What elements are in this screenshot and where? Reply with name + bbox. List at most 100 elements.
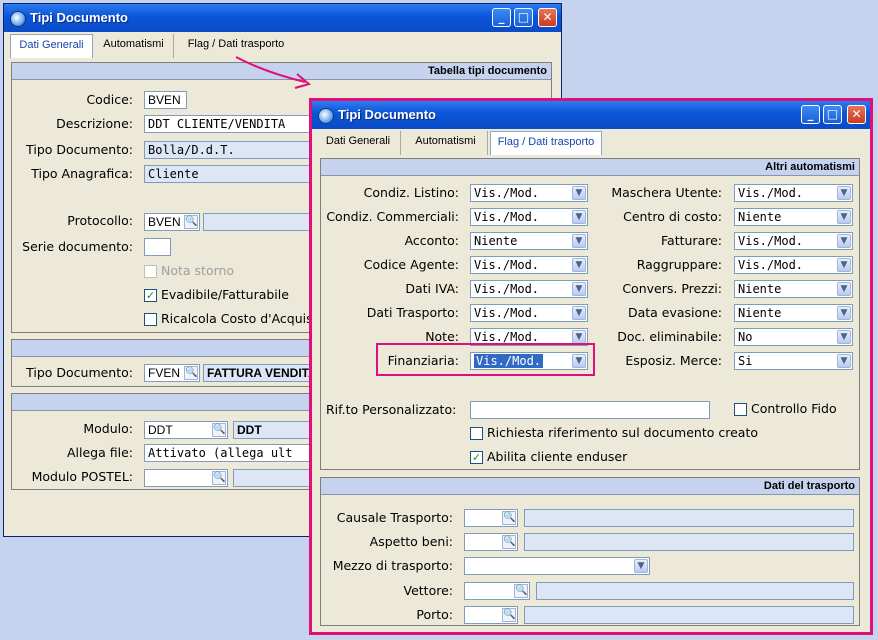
codice-agente-select[interactable]: Vis./Mod. ▼ bbox=[470, 256, 588, 274]
front-titlebar[interactable]: Tipi Documento _ □ ✕ bbox=[312, 101, 870, 129]
esposiz-merce-label: Esposiz. Merce: bbox=[625, 353, 722, 368]
porto-lookup[interactable]: 🔍 bbox=[464, 606, 518, 624]
esposiz-merce-select[interactable]: Si ▼ bbox=[734, 352, 853, 370]
tab-automatismi[interactable]: Automatismi bbox=[94, 34, 174, 58]
centro-costo-select[interactable]: Niente ▼ bbox=[734, 208, 853, 226]
porto-desc bbox=[524, 606, 854, 624]
tipo-documento2-lookup[interactable]: FVEN 🔍 bbox=[144, 364, 200, 382]
search-icon[interactable]: 🔍 bbox=[502, 608, 516, 622]
fatturare-select[interactable]: Vis./Mod. ▼ bbox=[734, 232, 853, 250]
search-icon[interactable]: 🔍 bbox=[184, 215, 198, 229]
evadibile-label: Evadibile/Fatturabile bbox=[161, 287, 289, 302]
modulo-label: Modulo: bbox=[83, 421, 133, 436]
note-label: Note: bbox=[425, 329, 459, 344]
chevron-down-icon[interactable]: ▼ bbox=[634, 559, 648, 573]
condiz-commerciali-label: Condiz. Commerciali: bbox=[326, 209, 459, 224]
tab-dati-generali[interactable]: Dati Generali bbox=[316, 131, 401, 155]
condiz-commerciali-select[interactable]: Vis./Mod. ▼ bbox=[470, 208, 588, 226]
mezzo-select[interactable]: ▼ bbox=[464, 557, 650, 575]
condiz-listino-label: Condiz. Listino: bbox=[363, 185, 459, 200]
dati-iva-select[interactable]: Vis./Mod. ▼ bbox=[470, 280, 588, 298]
raggruppare-select[interactable]: Vis./Mod. ▼ bbox=[734, 256, 853, 274]
search-icon[interactable]: 🔍 bbox=[184, 366, 198, 380]
vettore-label: Vettore: bbox=[403, 583, 454, 598]
chevron-down-icon[interactable]: ▼ bbox=[572, 306, 586, 320]
modulo-lookup[interactable]: DDT 🔍 bbox=[144, 421, 228, 439]
close-button[interactable]: ✕ bbox=[538, 8, 557, 27]
abilita-enduser-checkbox[interactable]: ✓ bbox=[470, 451, 483, 464]
chevron-down-icon[interactable]: ▼ bbox=[837, 354, 851, 368]
altri-automatismi-panel: Altri automatismi Condiz. Listino: Vis./… bbox=[320, 158, 860, 470]
back-window-title: Tipi Documento bbox=[30, 10, 128, 25]
finanziaria-select[interactable]: Vis./Mod. ▼ bbox=[470, 352, 588, 370]
chevron-down-icon[interactable]: ▼ bbox=[837, 306, 851, 320]
maschera-utente-select[interactable]: Vis./Mod. ▼ bbox=[734, 184, 853, 202]
modulo-value: DDT bbox=[148, 423, 173, 437]
chevron-down-icon[interactable]: ▼ bbox=[572, 186, 586, 200]
chevron-down-icon[interactable]: ▼ bbox=[572, 258, 586, 272]
search-icon[interactable]: 🔍 bbox=[212, 423, 226, 437]
convers-prezzi-select[interactable]: Niente ▼ bbox=[734, 280, 853, 298]
rif-personalizzato-input[interactable] bbox=[470, 401, 710, 419]
postel-label: Modulo POSTEL: bbox=[31, 469, 133, 484]
codice-field[interactable]: BVEN bbox=[144, 91, 187, 109]
tab-flag-trasporto[interactable]: Flag / Dati trasporto bbox=[490, 131, 602, 155]
causale-label: Causale Trasporto: bbox=[336, 510, 453, 525]
data-evasione-select[interactable]: Niente ▼ bbox=[734, 304, 853, 322]
condiz-listino-select[interactable]: Vis./Mod. ▼ bbox=[470, 184, 588, 202]
dati-iva-label: Dati IVA: bbox=[405, 281, 459, 296]
close-button[interactable]: ✕ bbox=[847, 105, 866, 124]
data-evasione-label: Data evasione: bbox=[627, 305, 722, 320]
postel-lookup[interactable]: 🔍 bbox=[144, 469, 228, 487]
nota-storno-checkbox[interactable] bbox=[144, 265, 157, 278]
band-trasporto: Dati del trasporto bbox=[321, 478, 859, 495]
acconto-select[interactable]: Niente ▼ bbox=[470, 232, 588, 250]
minimize-button[interactable]: _ bbox=[492, 8, 511, 27]
maximize-button[interactable]: □ bbox=[514, 8, 533, 27]
serie-field[interactable] bbox=[144, 238, 171, 256]
chevron-down-icon[interactable]: ▼ bbox=[837, 258, 851, 272]
aspetto-lookup[interactable]: 🔍 bbox=[464, 533, 518, 551]
convers-prezzi-label: Convers. Prezzi: bbox=[622, 281, 722, 296]
protocollo-lookup[interactable]: BVEN 🔍 bbox=[144, 213, 200, 231]
search-icon[interactable]: 🔍 bbox=[502, 535, 516, 549]
tab-flag-trasporto[interactable]: Flag / Dati trasporto bbox=[176, 34, 296, 58]
chevron-down-icon[interactable]: ▼ bbox=[837, 210, 851, 224]
dati-trasporto-select[interactable]: Vis./Mod. ▼ bbox=[470, 304, 588, 322]
fatturare-label: Fatturare: bbox=[661, 233, 722, 248]
dati-trasporto-panel: Dati del trasporto Causale Trasporto: 🔍 … bbox=[320, 477, 860, 626]
chevron-down-icon[interactable]: ▼ bbox=[572, 210, 586, 224]
tab-automatismi[interactable]: Automatismi bbox=[404, 131, 488, 155]
maximize-button[interactable]: □ bbox=[823, 105, 842, 124]
doc-eliminabile-select[interactable]: No ▼ bbox=[734, 328, 853, 346]
ricalcola-checkbox[interactable] bbox=[144, 313, 157, 326]
vettore-lookup[interactable]: 🔍 bbox=[464, 582, 530, 600]
chevron-down-icon[interactable]: ▼ bbox=[572, 330, 586, 344]
causale-lookup[interactable]: 🔍 bbox=[464, 509, 518, 527]
ricalcola-label: Ricalcola Costo d'Acquis bbox=[161, 311, 313, 326]
abilita-enduser-label: Abilita cliente enduser bbox=[487, 449, 628, 464]
chevron-down-icon[interactable]: ▼ bbox=[837, 234, 851, 248]
nota-storno-label: Nota storno bbox=[161, 263, 235, 278]
front-window: Tipi Documento _ □ ✕ Dati Generali Autom… bbox=[309, 98, 873, 635]
app-icon bbox=[318, 108, 334, 124]
chevron-down-icon[interactable]: ▼ bbox=[572, 282, 586, 296]
chevron-down-icon[interactable]: ▼ bbox=[837, 330, 851, 344]
search-icon[interactable]: 🔍 bbox=[502, 511, 516, 525]
minimize-button[interactable]: _ bbox=[801, 105, 820, 124]
search-icon[interactable]: 🔍 bbox=[514, 584, 528, 598]
evadibile-checkbox[interactable]: ✓ bbox=[144, 289, 157, 302]
richiesta-rif-checkbox[interactable] bbox=[470, 427, 483, 440]
chevron-down-icon[interactable]: ▼ bbox=[572, 354, 586, 368]
causale-desc bbox=[524, 509, 854, 527]
back-titlebar[interactable]: Tipi Documento _ □ ✕ bbox=[4, 4, 561, 32]
chevron-down-icon[interactable]: ▼ bbox=[837, 186, 851, 200]
controllo-fido-checkbox[interactable] bbox=[734, 403, 747, 416]
rif-personalizzato-label: Rif.to Personalizzato: bbox=[326, 402, 457, 417]
codice-agente-label: Codice Agente: bbox=[363, 257, 459, 272]
descrizione-label: Descrizione: bbox=[56, 116, 133, 131]
tab-dati-generali[interactable]: Dati Generali bbox=[10, 34, 93, 58]
chevron-down-icon[interactable]: ▼ bbox=[572, 234, 586, 248]
search-icon[interactable]: 🔍 bbox=[212, 471, 226, 485]
chevron-down-icon[interactable]: ▼ bbox=[837, 282, 851, 296]
